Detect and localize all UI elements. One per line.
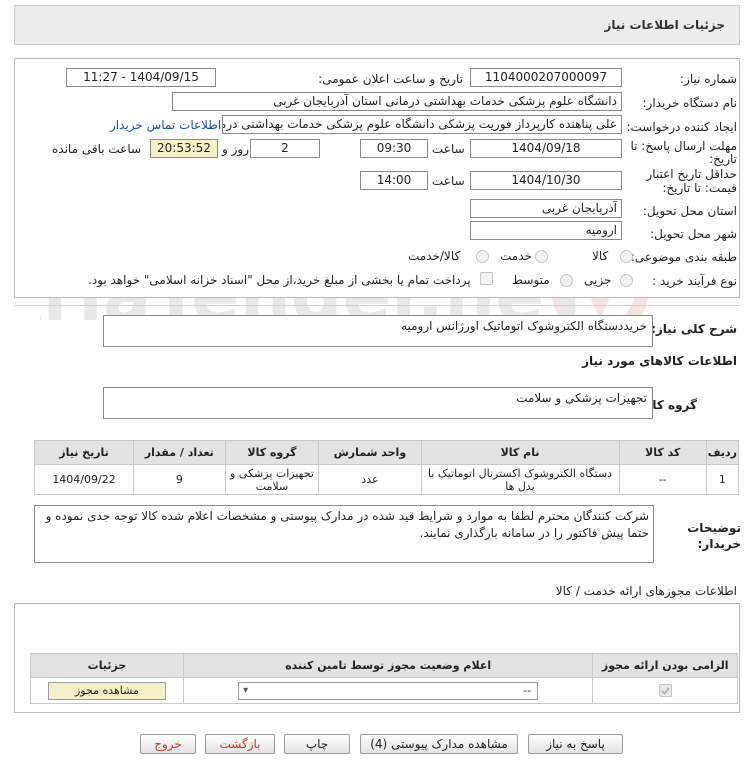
deadline-time-field: 09:30	[360, 139, 428, 158]
col-group: گروه کالا	[224, 440, 320, 465]
need-summary-label: شرح کلی نیاز:	[651, 322, 737, 336]
need-number-label: شماره نیاز:	[680, 72, 737, 86]
cell-date: 1404/09/22	[33, 464, 135, 495]
category-goods-radio[interactable]	[620, 250, 633, 263]
permit-status-select[interactable]: -- ▾	[238, 681, 539, 700]
col-row: ردیف	[705, 440, 740, 465]
goods-section-title: اطلاعات کالاهای مورد نیاز	[582, 354, 737, 368]
category-service-radio[interactable]	[535, 250, 548, 263]
need-summary-field: خریددستگاه الکتروشوک اتوماتیک اورژانس ار…	[103, 315, 653, 347]
deadline-time-label: ساعت	[432, 142, 465, 156]
category-label: طبقه بندی موضوعی:	[630, 250, 737, 264]
category-goods-label: کالا	[592, 249, 609, 263]
process-medium-label: متوسط	[512, 273, 550, 287]
category-service-label: خدمت	[500, 249, 532, 263]
deadline-date-field: 1404/09/18	[470, 139, 622, 158]
deadline-label: مهلت ارسال پاسخ: تا	[630, 139, 737, 153]
city-field: ارومیه	[470, 221, 622, 240]
page-header: جزئیات اطلاعات نیاز	[14, 5, 740, 45]
buyer-notes-field: شرکت کنندگان محترم لطفا به موارد و شرایط…	[34, 505, 654, 563]
buyer-org-field: دانشگاه علوم پزشکی خدمات بهداشتی درمانی …	[172, 92, 622, 111]
province-label: استان محل تحویل:	[642, 204, 737, 218]
process-minor-label: جزیی	[584, 273, 612, 287]
remaining-label: ساعت باقی مانده	[52, 142, 142, 156]
category-both-radio[interactable]	[476, 250, 489, 263]
treasury-payment-checkbox[interactable]	[480, 272, 493, 285]
table-row: -- ▾ مشاهده مجوز	[30, 677, 738, 704]
permits-table: الزامی بودن ارائه مجوز اعلام وضعیت مجوز …	[30, 653, 738, 704]
buyer-notes-label: توضیحات خریدار:	[687, 521, 741, 551]
divider	[14, 305, 740, 306]
chevron-down-icon: ▾	[243, 684, 249, 696]
cell-name: دستگاه الکتروشوک اکسترنال اتوماتیک با پد…	[420, 464, 620, 495]
back-button[interactable]: بازگشت	[205, 734, 275, 754]
cell-unit: عدد	[318, 464, 422, 495]
check-icon	[661, 687, 670, 695]
print-button[interactable]: چاپ	[284, 734, 350, 754]
process-medium-radio[interactable]	[560, 274, 573, 287]
validity-label: حداقل تاریخ اعتبار	[646, 167, 737, 181]
permit-status-cell: -- ▾	[182, 677, 594, 704]
col-unit: واحد شمارش	[318, 440, 422, 465]
province-field: آذربایجان غربی	[470, 199, 622, 218]
exit-button[interactable]: خروج	[140, 734, 196, 754]
col-name: نام کالا	[420, 440, 620, 465]
announce-field: 1404/09/15 - 11:27	[66, 68, 216, 87]
table-row: 1 -- دستگاه الکتروشوک اکسترنال اتوماتیک …	[33, 464, 740, 495]
buyer-org-label: نام دستگاه خریدار:	[642, 96, 738, 110]
col-qty: تعداد / مقدار	[133, 440, 226, 465]
goods-group-field: تجهیزات پزشکی و سلامت	[103, 387, 653, 419]
payment-note: پرداخت تمام یا بخشی از مبلغ خرید،از محل …	[88, 273, 471, 287]
view-attachments-button[interactable]: مشاهده مدارک پیوستی (4)	[360, 734, 518, 754]
col-details: جزئیات	[30, 653, 184, 678]
col-status: اعلام وضعیت مجوز توسط تامین کننده	[182, 653, 594, 678]
contact-buyer-link[interactable]: اطلاعات تماس خریدار	[110, 118, 221, 132]
permit-required-checkbox	[658, 684, 672, 698]
goods-table: ردیف کد کالا نام کالا واحد شمارش گروه کا…	[33, 440, 740, 495]
requester-label: ایجاد کننده درخواست:	[626, 120, 737, 134]
reply-button[interactable]: پاسخ به نیاز	[528, 734, 623, 754]
permit-details-cell: مشاهده مجوز	[30, 677, 184, 704]
page-title: جزئیات اطلاعات نیاز	[604, 18, 725, 32]
validity-time-field: 14:00	[360, 171, 428, 190]
requester-field: علی پناهنده کارپرداز فوریت پزشکی دانشگاه…	[222, 115, 622, 134]
remaining-time-field: 20:53:52	[150, 139, 218, 158]
col-date: تاریخ نیاز	[33, 440, 135, 465]
deadline-label-2: تاریخ:	[709, 152, 737, 166]
process-label: نوع فرآیند خرید :	[652, 274, 737, 288]
category-both-label: کالا/خدمت	[408, 249, 461, 263]
days-field: 2	[250, 139, 320, 158]
days-label: روز و	[222, 142, 249, 156]
cell-qty: 9	[133, 464, 226, 495]
need-number-field: 1104000207000097	[470, 68, 622, 87]
cell-group: تجهیزات پزشکی و سلامت	[224, 464, 320, 495]
process-minor-radio[interactable]	[620, 274, 633, 287]
permits-title: اطلاعات مجوزهای ارائه خدمت / کالا	[555, 584, 737, 598]
cell-code: --	[618, 464, 707, 495]
validity-date-field: 1404/10/30	[470, 171, 622, 190]
city-label: شهر محل تحویل:	[650, 227, 737, 241]
permit-required-cell	[592, 677, 738, 704]
validity-label-2: قیمت: تا تاریخ:	[662, 181, 737, 195]
announce-label: تاریخ و ساعت اعلان عمومی:	[318, 72, 463, 86]
permit-status-value: --	[523, 683, 532, 697]
col-required: الزامی بودن ارائه مجوز	[592, 653, 738, 678]
col-code: کد کالا	[618, 440, 707, 465]
validity-time-label: ساعت	[432, 174, 465, 188]
view-permit-button[interactable]: مشاهده مجوز	[47, 681, 166, 700]
cell-row: 1	[705, 464, 740, 495]
